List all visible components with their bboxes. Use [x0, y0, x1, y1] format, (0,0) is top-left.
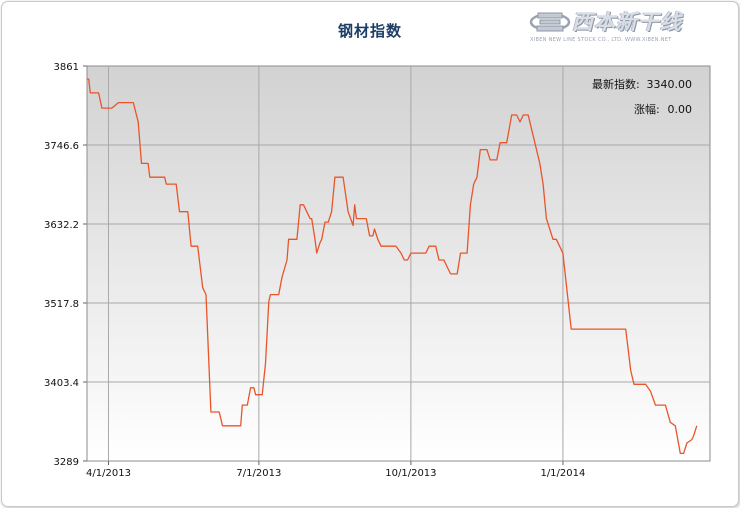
line-chart: 3289 3403.4 3517.8 3632.2 3746.6 3861 4/1/201…: [44, 62, 711, 479]
x-axis: 4/1/2013 7/1/2013 10/1/2013 1/1/2014: [86, 461, 585, 479]
change-value: 0.00: [668, 103, 693, 116]
x-tick-label: 7/1/2013: [236, 468, 281, 479]
x-tick-label: 10/1/2013: [385, 468, 436, 479]
x-tick-label: 4/1/2013: [86, 468, 131, 479]
y-tick-label: 3517.8: [44, 299, 79, 310]
latest-index-value: 3340.00: [647, 78, 693, 91]
x-tick-label: 1/1/2014: [540, 468, 585, 479]
y-tick-label: 3861: [54, 62, 79, 73]
y-tick-label: 3632.2: [44, 220, 79, 231]
plot-area: [86, 65, 711, 462]
y-tick-label: 3746.6: [44, 141, 79, 152]
y-tick-label: 3289: [54, 457, 79, 468]
y-tick-label: 3403.4: [44, 378, 79, 389]
y-axis: 3289 3403.4 3517.8 3632.2 3746.6 3861: [44, 62, 87, 468]
latest-index-label: 最新指数:: [592, 77, 640, 91]
change-label: 涨幅:: [634, 103, 660, 116]
